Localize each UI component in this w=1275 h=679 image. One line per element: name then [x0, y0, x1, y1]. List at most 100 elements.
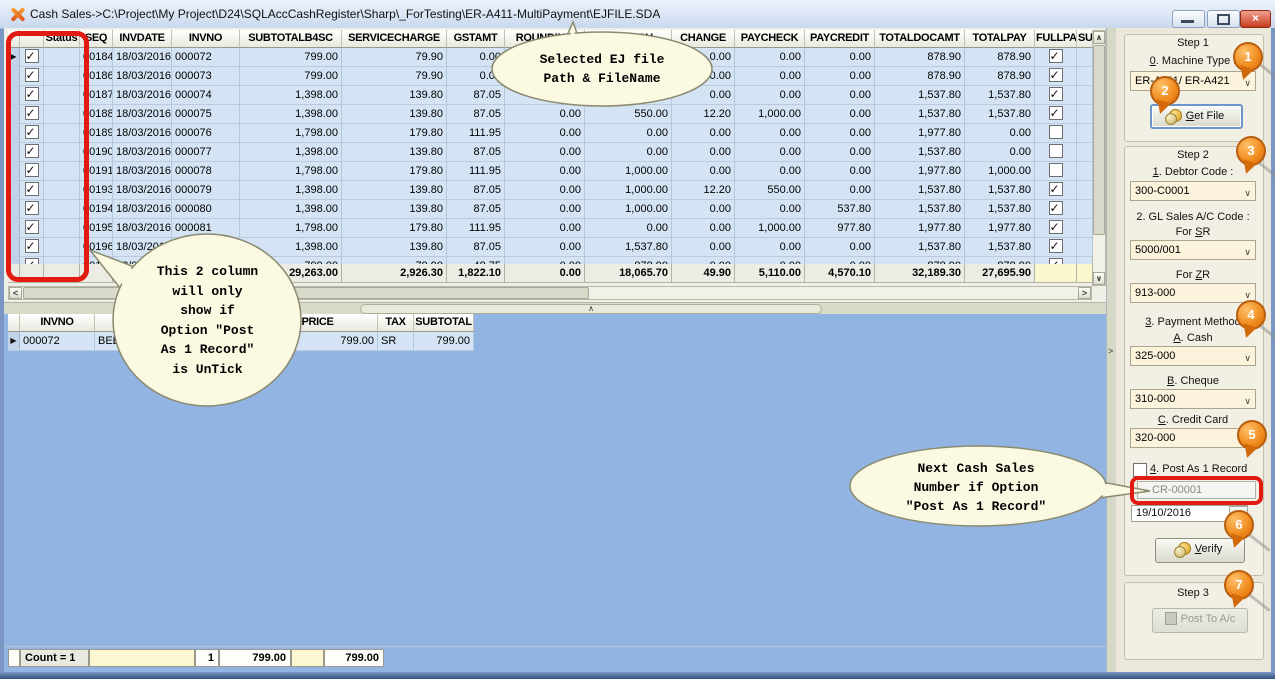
debtor-code-select[interactable]: 300-C0001∨	[1130, 181, 1256, 201]
cell-totalpay[interactable]: 878.90	[965, 67, 1035, 86]
cell-totaldocamt[interactable]: 1,977.80	[875, 124, 965, 143]
cell-totalpay[interactable]: 878.90	[965, 48, 1035, 67]
cell-invdate[interactable]: 18/03/2016	[113, 124, 172, 143]
fullpay-checkbox[interactable]	[1049, 239, 1063, 253]
cell-totalpay[interactable]: 1,537.80	[965, 105, 1035, 124]
cell-paycredit[interactable]: 0.00	[805, 143, 875, 162]
column-header-ind[interactable]	[8, 314, 20, 332]
fullpay-checkbox[interactable]	[1049, 68, 1063, 82]
cell-paycredit[interactable]: 0.00	[805, 105, 875, 124]
cell-invno[interactable]: 000076	[172, 124, 240, 143]
cell-su[interactable]	[1077, 200, 1093, 219]
cell-gstamt[interactable]: 111.95	[447, 219, 505, 238]
gl-zr-select[interactable]: 913-000∨	[1130, 283, 1256, 303]
cell-totalpay[interactable]: 1,537.80	[965, 200, 1035, 219]
cell-paycheck[interactable]: 0.00	[735, 200, 805, 219]
column-header-invdate[interactable]: INVDATE	[113, 30, 172, 48]
cell-invno[interactable]: 000073	[172, 67, 240, 86]
cell-change[interactable]: 0.00	[672, 143, 735, 162]
cell-invno[interactable]: 000075	[172, 105, 240, 124]
splitter-grip[interactable]: ∧	[360, 304, 822, 314]
cell-totaldocamt[interactable]: 1,537.80	[875, 181, 965, 200]
column-header-totaldocamt[interactable]: TOTALDOCAMT	[875, 30, 965, 48]
cell-servicecharge[interactable]: 139.80	[342, 200, 447, 219]
cell-subtotalb4sc[interactable]: 1,398.00	[240, 86, 342, 105]
cell-su[interactable]	[1077, 238, 1093, 257]
cell-gstamt[interactable]: 87.05	[447, 143, 505, 162]
cell-invdate[interactable]: 18/03/2016	[113, 48, 172, 67]
cell-paycredit[interactable]: 0.00	[805, 67, 875, 86]
cell-invno[interactable]: 000078	[172, 162, 240, 181]
cell-paycash[interactable]: 1,000.00	[585, 162, 672, 181]
cell-change[interactable]: 0.00	[672, 257, 735, 264]
cell-servicecharge[interactable]: 79.90	[342, 67, 447, 86]
scroll-up-icon[interactable]: ∧	[1093, 31, 1105, 44]
cell-su[interactable]	[1077, 181, 1093, 200]
cell-paycredit[interactable]: 0.00	[805, 181, 875, 200]
cell-invno[interactable]: 000079	[172, 181, 240, 200]
cell-subtotalb4sc[interactable]: 799.00	[240, 48, 342, 67]
table-row[interactable]: 0019018/03/20160000771,398.00139.8087.05…	[8, 143, 1093, 162]
cell-invdate[interactable]: 18/03/2016	[113, 143, 172, 162]
cell-paycash[interactable]: 1,000.00	[585, 181, 672, 200]
fullpay-checkbox[interactable]	[1049, 49, 1063, 63]
fullpay-checkbox[interactable]	[1049, 87, 1063, 101]
cell-totaldocamt[interactable]: 1,977.80	[875, 162, 965, 181]
cell-invdate[interactable]: 18/03/2016	[113, 105, 172, 124]
cell-paycheck[interactable]: 0.00	[735, 48, 805, 67]
cell-rounding[interactable]: 0.00	[505, 257, 585, 264]
cell-paycash[interactable]: 0.00	[585, 143, 672, 162]
cell-totalpay[interactable]: 0.00	[965, 124, 1035, 143]
close-button[interactable]: ×	[1240, 10, 1271, 28]
column-header-paycheck[interactable]: PAYCHECK	[735, 30, 805, 48]
cell-invno[interactable]: 000077	[172, 143, 240, 162]
scroll-down-icon[interactable]: ∨	[1093, 272, 1105, 285]
cell-change[interactable]: 0.00	[672, 162, 735, 181]
column-header-subtotal[interactable]: SUBTOTAL	[414, 314, 474, 332]
scroll-left-icon[interactable]: <	[9, 287, 22, 299]
cell-paycheck[interactable]: 0.00	[735, 86, 805, 105]
fullpay-checkbox[interactable]	[1049, 144, 1063, 158]
fullpay-checkbox[interactable]	[1049, 163, 1063, 177]
cell-servicecharge[interactable]: 179.80	[342, 162, 447, 181]
table-row[interactable]: 0019318/03/20160000791,398.00139.8087.05…	[8, 181, 1093, 200]
cheque-account-select[interactable]: 310-000∨	[1130, 389, 1256, 409]
cell-change[interactable]: 0.00	[672, 238, 735, 257]
cell-invno[interactable]: 000074	[172, 86, 240, 105]
cell-paycredit[interactable]: 0.00	[805, 86, 875, 105]
cell-invno[interactable]: 000072	[172, 48, 240, 67]
cell-gstamt[interactable]: 111.95	[447, 162, 505, 181]
gl-sr-select[interactable]: 5000/001∨	[1130, 240, 1256, 260]
fullpay-checkbox[interactable]	[1049, 182, 1063, 196]
cell-totalpay[interactable]: 1,537.80	[965, 181, 1035, 200]
cell-servicecharge[interactable]: 139.80	[342, 86, 447, 105]
cell-totaldocamt[interactable]: 878.90	[875, 257, 965, 264]
cell-change[interactable]: 0.00	[672, 219, 735, 238]
column-header-fullpay[interactable]: FULLPAY	[1035, 30, 1077, 48]
cell-servicecharge[interactable]: 79.90	[342, 257, 447, 264]
cell-servicecharge[interactable]: 179.80	[342, 219, 447, 238]
column-header-totalpay[interactable]: TOTALPAY	[965, 30, 1035, 48]
cell-totalpay[interactable]: 1,000.00	[965, 162, 1035, 181]
cell-totaldocamt[interactable]: 1,977.80	[875, 219, 965, 238]
cell-paycash[interactable]: 878.90	[585, 257, 672, 264]
cell-rounding[interactable]: 0.00	[505, 143, 585, 162]
cell-gstamt[interactable]: 87.05	[447, 238, 505, 257]
cell-servicecharge[interactable]: 139.80	[342, 238, 447, 257]
cell-subtotalb4sc[interactable]: 1,398.00	[240, 181, 342, 200]
cell-paycredit[interactable]: 0.00	[805, 48, 875, 67]
cell-invdate[interactable]: 18/03/2016	[113, 200, 172, 219]
cell-totaldocamt[interactable]: 878.90	[875, 48, 965, 67]
cell-gstamt[interactable]: 111.95	[447, 124, 505, 143]
cell-paycheck[interactable]: 550.00	[735, 181, 805, 200]
cell-totaldocamt[interactable]: 1,537.80	[875, 200, 965, 219]
cell-paycredit[interactable]: 977.80	[805, 219, 875, 238]
cell-invdate[interactable]: 18/03/2016	[113, 86, 172, 105]
table-row[interactable]: 0018918/03/20160000761,798.00179.80111.9…	[8, 124, 1093, 143]
cell-totaldocamt[interactable]: 1,537.80	[875, 143, 965, 162]
cell-paycredit[interactable]: 0.00	[805, 162, 875, 181]
cell-paycash[interactable]: 0.00	[585, 219, 672, 238]
cell-totalpay[interactable]: 1,977.80	[965, 219, 1035, 238]
cell-su[interactable]	[1077, 162, 1093, 181]
cell-subtotalb4sc[interactable]: 1,798.00	[240, 162, 342, 181]
